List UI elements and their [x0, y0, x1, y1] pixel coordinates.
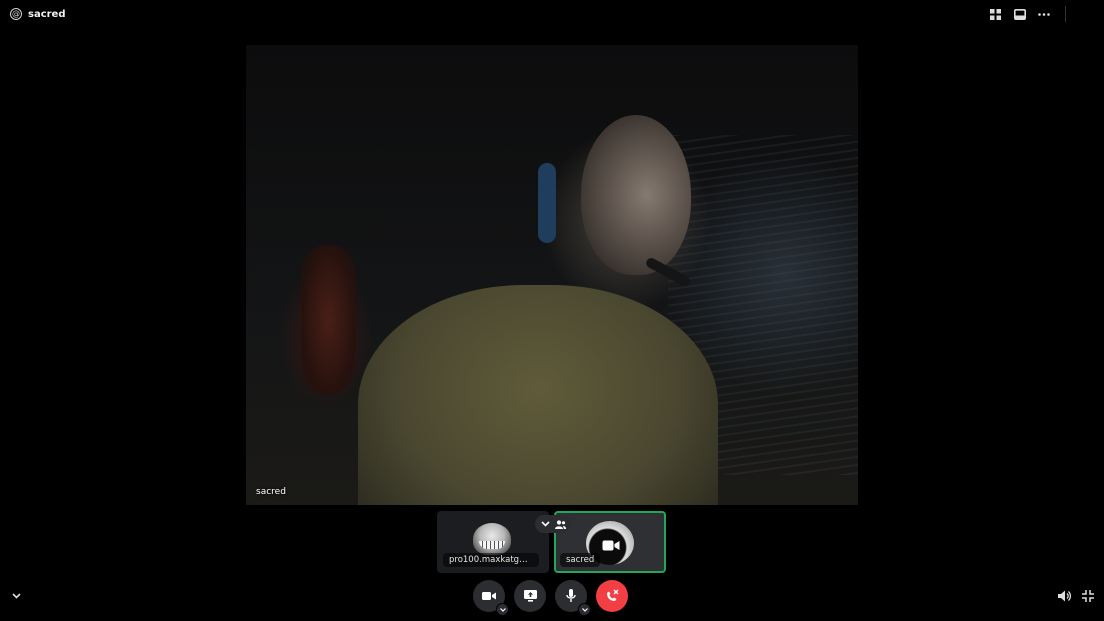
video-person-head [581, 115, 691, 275]
top-bar: @ sacred [0, 0, 1104, 28]
video-background-chair [301, 245, 356, 395]
troll-face-avatar [473, 523, 511, 555]
participant-tile[interactable]: pro100.maxkatgmai... [437, 511, 549, 573]
screen-share-button[interactable] [514, 580, 546, 612]
hang-up-button[interactable] [596, 580, 628, 612]
chevron-down-icon[interactable] [540, 519, 551, 530]
camera-options-caret[interactable] [496, 603, 509, 616]
inbox-icon[interactable] [1013, 8, 1026, 21]
microphone-button[interactable] [555, 580, 591, 616]
grid-layout-icon[interactable] [989, 8, 1002, 21]
channel-header: @ sacred [10, 8, 66, 20]
microphone-icon [566, 589, 576, 602]
microphone-options-caret[interactable] [578, 603, 591, 616]
call-controls [473, 580, 628, 616]
participants-icon[interactable] [555, 519, 566, 530]
participant-tile-active[interactable]: sacred [554, 511, 666, 573]
main-video-stream[interactable]: sacred [246, 45, 858, 505]
hang-up-icon [607, 589, 619, 601]
video-headset [538, 163, 556, 243]
exit-fullscreen-icon[interactable] [1081, 589, 1095, 603]
camera-icon [482, 592, 496, 600]
at-icon: @ [10, 8, 22, 20]
participant-name: pro100.maxkatgmai... [443, 553, 539, 567]
more-options-icon[interactable] [1037, 8, 1050, 21]
chevron-down-icon[interactable] [9, 589, 23, 603]
main-video-participant-name: sacred [256, 487, 286, 497]
participant-name: sacred [560, 553, 601, 567]
channel-name: sacred [28, 8, 66, 20]
top-toolbar [989, 6, 1066, 22]
camera-button[interactable] [473, 580, 509, 616]
tile-controls [535, 515, 571, 533]
toolbar-divider [1065, 6, 1066, 22]
screen-share-icon [523, 590, 537, 602]
video-person-body [358, 285, 718, 505]
troll-face-mouth [479, 541, 505, 549]
volume-icon[interactable] [1057, 589, 1071, 603]
camera-off-icon [602, 537, 620, 551]
